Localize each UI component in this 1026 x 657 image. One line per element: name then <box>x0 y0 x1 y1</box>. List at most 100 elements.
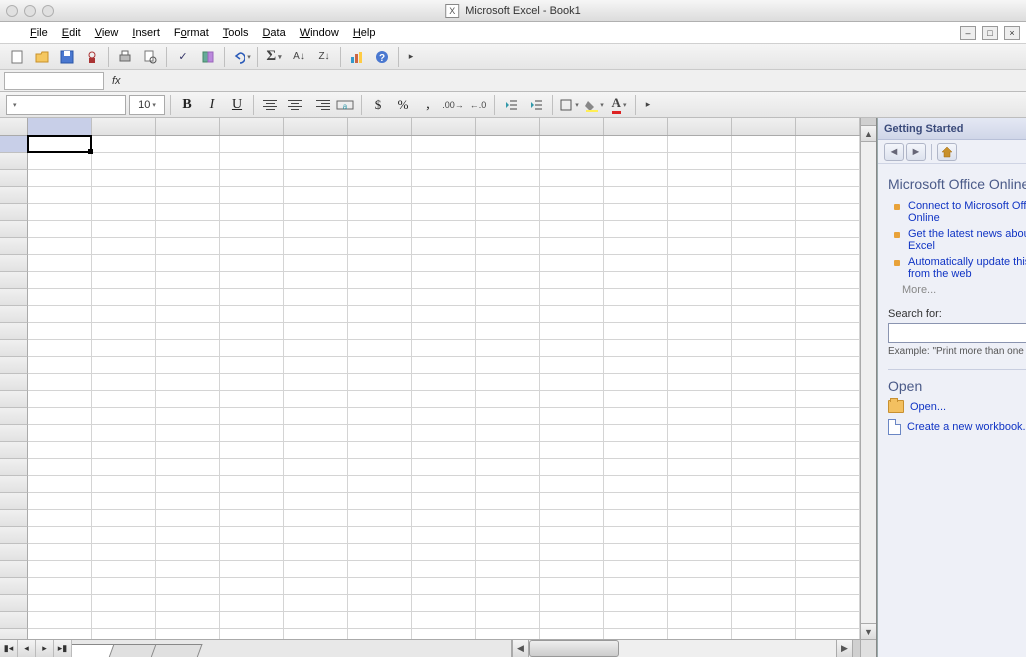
cell[interactable] <box>412 357 476 374</box>
nav-back-button[interactable]: ◄ <box>884 143 904 161</box>
cell[interactable] <box>220 340 284 357</box>
borders-button[interactable] <box>558 94 580 116</box>
cell[interactable] <box>28 595 92 612</box>
cell[interactable] <box>156 357 220 374</box>
cell[interactable] <box>220 629 284 639</box>
cell[interactable] <box>412 221 476 238</box>
cell[interactable] <box>476 272 540 289</box>
cell[interactable] <box>476 238 540 255</box>
cell[interactable] <box>476 561 540 578</box>
cell[interactable] <box>668 578 732 595</box>
row-header[interactable] <box>0 442 28 459</box>
link-auto-update[interactable]: Automatically update this list from the … <box>908 256 1026 280</box>
cell[interactable] <box>796 629 860 639</box>
cell[interactable] <box>156 374 220 391</box>
cell[interactable] <box>348 255 412 272</box>
cell[interactable] <box>348 340 412 357</box>
cell[interactable] <box>668 374 732 391</box>
menu-file[interactable]: File <box>30 27 48 39</box>
cell[interactable] <box>220 238 284 255</box>
cell[interactable] <box>796 595 860 612</box>
cell[interactable] <box>540 578 604 595</box>
cell[interactable] <box>796 221 860 238</box>
cell[interactable] <box>604 255 668 272</box>
cell[interactable] <box>412 289 476 306</box>
cell[interactable] <box>156 578 220 595</box>
cell[interactable] <box>476 221 540 238</box>
mdi-close-button[interactable]: × <box>1004 26 1020 40</box>
cell[interactable] <box>220 544 284 561</box>
cell[interactable] <box>284 255 348 272</box>
cell[interactable] <box>220 306 284 323</box>
cell[interactable] <box>732 255 796 272</box>
scroll-track-h[interactable] <box>528 640 836 657</box>
cell[interactable] <box>604 289 668 306</box>
cell[interactable] <box>348 136 412 153</box>
cell[interactable] <box>732 391 796 408</box>
cell[interactable] <box>220 459 284 476</box>
cell[interactable] <box>540 442 604 459</box>
cell[interactable] <box>284 306 348 323</box>
print-button[interactable] <box>114 46 136 68</box>
increase-indent-button[interactable] <box>525 94 547 116</box>
tab-nav-prev-button[interactable]: ◂ <box>18 640 36 657</box>
cell[interactable] <box>604 510 668 527</box>
cell[interactable] <box>220 391 284 408</box>
cell[interactable] <box>28 187 92 204</box>
new-button[interactable] <box>6 46 28 68</box>
cell[interactable] <box>412 629 476 639</box>
search-input[interactable] <box>888 323 1026 343</box>
cell[interactable] <box>796 561 860 578</box>
cell[interactable] <box>220 255 284 272</box>
cell[interactable] <box>732 527 796 544</box>
cell[interactable] <box>284 136 348 153</box>
cell[interactable] <box>284 187 348 204</box>
cell[interactable] <box>732 306 796 323</box>
cell[interactable] <box>412 238 476 255</box>
cell[interactable] <box>668 391 732 408</box>
cell[interactable] <box>220 272 284 289</box>
cell[interactable] <box>540 476 604 493</box>
cell[interactable] <box>796 442 860 459</box>
scroll-up-icon[interactable]: ▲ <box>861 126 876 142</box>
menu-help[interactable]: Help <box>353 27 376 39</box>
cell[interactable] <box>796 153 860 170</box>
cell[interactable] <box>476 578 540 595</box>
cell[interactable] <box>156 221 220 238</box>
cell[interactable] <box>348 425 412 442</box>
cell[interactable] <box>284 170 348 187</box>
cell[interactable] <box>92 408 156 425</box>
cell[interactable] <box>540 238 604 255</box>
cell[interactable] <box>668 238 732 255</box>
font-color-button[interactable]: A <box>608 94 630 116</box>
cell[interactable] <box>796 255 860 272</box>
cell[interactable] <box>348 510 412 527</box>
cell[interactable] <box>476 153 540 170</box>
cell[interactable] <box>284 561 348 578</box>
cell[interactable] <box>220 187 284 204</box>
cell[interactable] <box>412 408 476 425</box>
row-header[interactable] <box>0 595 28 612</box>
cell[interactable] <box>476 306 540 323</box>
tab-nav-next-button[interactable]: ▸ <box>36 640 54 657</box>
link-more[interactable]: More... <box>902 284 1026 296</box>
cell[interactable] <box>668 204 732 221</box>
cell[interactable] <box>604 595 668 612</box>
row-header[interactable] <box>0 204 28 221</box>
cell[interactable] <box>796 340 860 357</box>
cell[interactable] <box>156 187 220 204</box>
column-header[interactable] <box>220 118 284 135</box>
close-window-icon[interactable] <box>6 5 18 17</box>
row-header[interactable] <box>0 544 28 561</box>
cell[interactable] <box>540 187 604 204</box>
cell[interactable] <box>412 340 476 357</box>
row-header[interactable] <box>0 374 28 391</box>
cell[interactable] <box>348 204 412 221</box>
cell[interactable] <box>732 578 796 595</box>
decrease-indent-button[interactable] <box>500 94 522 116</box>
cell[interactable] <box>732 323 796 340</box>
cell[interactable] <box>28 544 92 561</box>
cell[interactable] <box>412 595 476 612</box>
cell[interactable] <box>476 442 540 459</box>
cell[interactable] <box>92 187 156 204</box>
